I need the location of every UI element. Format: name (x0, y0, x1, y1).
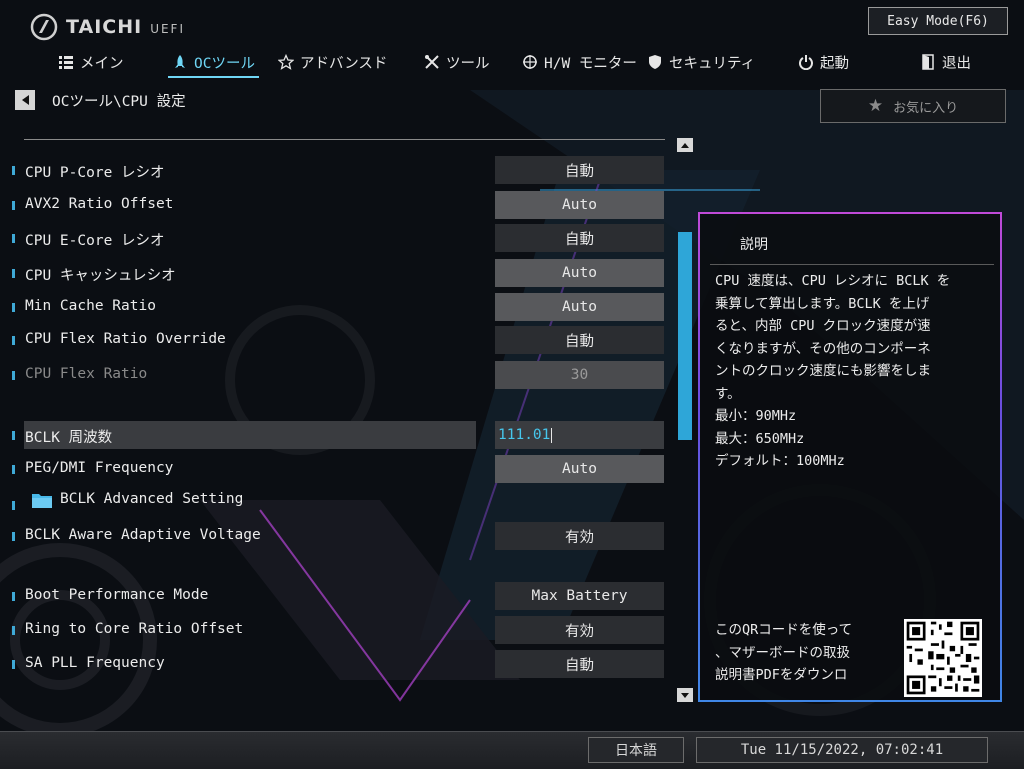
star-icon: ★ (867, 96, 884, 116)
description-line: す。 (715, 385, 741, 402)
row-bullet (12, 431, 15, 440)
setting-row-selected[interactable]: BCLK 周波数 111.01 (0, 421, 670, 449)
setting-label: CPU キャッシュレシオ (25, 268, 176, 284)
description-title: 説明 (740, 237, 768, 253)
setting-row: CPU Flex Ratio 30 (0, 361, 670, 389)
description-divider (710, 264, 994, 265)
row-bullet (12, 269, 15, 278)
description-line: デフォルト：100MHz (715, 453, 845, 469)
setting-label: Min Cache Ratio (25, 298, 156, 314)
datetime-text: Tue 11/15/2022, 07:02:41 (740, 742, 944, 758)
setting-value[interactable]: Auto (495, 259, 664, 287)
setting-value[interactable]: Auto (495, 455, 664, 483)
setting-label: AVX2 Ratio Offset (25, 196, 174, 212)
setting-label: BCLK Aware Adaptive Voltage (25, 527, 261, 543)
qr-code-icon (904, 619, 982, 697)
row-bullet (12, 465, 15, 474)
bclk-frequency-input[interactable]: 111.01 (495, 421, 664, 449)
row-bullet (12, 303, 15, 312)
qr-caption-line: 、マザーボードの取扱 (715, 644, 850, 661)
qr-caption: このQRコードを使って 、マザーボードの取扱 説明書PDFをダウンロ (715, 619, 905, 687)
row-bullet (12, 501, 15, 510)
language-label: 日本語 (615, 743, 657, 759)
row-bullet (12, 532, 15, 541)
scroll-thumb[interactable] (678, 232, 692, 440)
tab-boot[interactable]: 起動 (798, 48, 849, 76)
arrow-down-icon (681, 692, 689, 698)
setting-value[interactable]: Auto (495, 293, 664, 321)
scroll-down-button[interactable] (677, 688, 693, 702)
qr-caption-line: 説明書PDFをダウンロ (715, 667, 848, 683)
description-line: 乗算して算出します。BCLK を上げ (715, 295, 930, 312)
input-value: 111.01 (498, 427, 551, 443)
folder-icon (32, 494, 52, 508)
row-bullet (12, 336, 15, 345)
setting-label: SA PLL Frequency (25, 655, 165, 671)
submenu-row[interactable]: BCLK Advanced Setting (0, 487, 670, 515)
setting-row[interactable]: PEG/DMI Frequency Auto (0, 455, 670, 483)
setting-value[interactable]: 自動 (495, 650, 664, 678)
row-bullet (12, 660, 15, 669)
description-line: CPU 速度は、CPU レシオに BCLK を (715, 273, 951, 289)
description-panel: 説明 CPU 速度は、CPU レシオに BCLK を 乗算して算出します。BCL… (698, 212, 1002, 702)
row-bullet (12, 626, 15, 635)
setting-value[interactable]: Auto (495, 191, 664, 219)
exit-door-icon (922, 54, 934, 70)
tab-security-label: セキュリティ (669, 55, 756, 72)
setting-row[interactable]: CPU Flex Ratio Override 自動 (0, 326, 670, 354)
row-bullet (12, 592, 15, 601)
setting-label: CPU E-Core レシオ (25, 233, 165, 249)
text-caret (551, 427, 553, 443)
description-line: くなりますが、その他のコンポーネ (715, 340, 931, 357)
setting-label: Boot Performance Mode (25, 587, 209, 603)
setting-row[interactable]: Ring to Core Ratio Offset 有効 (0, 616, 670, 644)
setting-value[interactable]: 自動 (495, 326, 664, 354)
setting-value[interactable]: 自動 (495, 224, 664, 252)
description-line: 最大：650MHz (715, 430, 805, 447)
setting-label: PEG/DMI Frequency (25, 460, 174, 476)
setting-row[interactable]: Boot Performance Mode Max Battery (0, 582, 670, 610)
setting-label: CPU Flex Ratio (25, 366, 148, 382)
setting-label: BCLK 周波数 (25, 430, 113, 446)
description-text: CPU 速度は、CPU レシオに BCLK を 乗算して算出します。BCLK を… (715, 270, 991, 473)
setting-value[interactable]: 自動 (495, 156, 664, 184)
tab-boot-label: 起動 (820, 55, 849, 72)
row-bullet (12, 234, 15, 243)
setting-value[interactable]: Max Battery (495, 582, 664, 610)
tab-exit-label: 退出 (942, 55, 971, 72)
row-bullet (12, 201, 15, 210)
description-line: 最小：90MHz (715, 408, 797, 424)
scroll-up-button[interactable] (677, 138, 693, 152)
setting-label: CPU Flex Ratio Override (25, 331, 226, 347)
easy-mode-label: Easy Mode(F6) (887, 13, 989, 29)
settings-list: CPU P-Core レシオ 自動 AVX2 Ratio Offset Auto… (0, 0, 670, 730)
setting-row[interactable]: BCLK Aware Adaptive Voltage 有効 (0, 522, 670, 550)
setting-value[interactable]: 有効 (495, 616, 664, 644)
setting-row[interactable]: AVX2 Ratio Offset Auto (0, 191, 670, 219)
language-button[interactable]: 日本語 (588, 737, 684, 763)
easy-mode-button[interactable]: Easy Mode(F6) (868, 7, 1008, 35)
favorites-label: お気に入り (893, 100, 959, 116)
row-bullet (12, 166, 15, 175)
setting-value[interactable]: 有効 (495, 522, 664, 550)
power-icon (799, 55, 813, 70)
setting-row[interactable]: CPU P-Core レシオ 自動 (0, 156, 670, 184)
favorites-button[interactable]: ★ お気に入り (820, 89, 1006, 123)
setting-row[interactable]: CPU E-Core レシオ 自動 (0, 224, 670, 252)
arrow-up-icon (681, 142, 689, 148)
setting-label: Ring to Core Ratio Offset (25, 621, 244, 637)
qr-caption-line: このQRコードを使って (715, 622, 853, 638)
setting-label: BCLK Advanced Setting (60, 491, 244, 507)
description-line: ントのクロック速度にも影響をしま (715, 363, 931, 379)
setting-row[interactable]: CPU キャッシュレシオ Auto (0, 259, 670, 287)
setting-value: 30 (495, 361, 664, 389)
setting-row[interactable]: SA PLL Frequency 自動 (0, 650, 670, 678)
tab-exit[interactable]: 退出 (920, 48, 971, 76)
row-bullet (12, 371, 15, 380)
description-line: ると、内部 CPU クロック速度が速 (715, 318, 931, 334)
setting-row[interactable]: Min Cache Ratio Auto (0, 293, 670, 321)
datetime-display: Tue 11/15/2022, 07:02:41 (696, 737, 988, 763)
setting-label: CPU P-Core レシオ (25, 165, 165, 181)
